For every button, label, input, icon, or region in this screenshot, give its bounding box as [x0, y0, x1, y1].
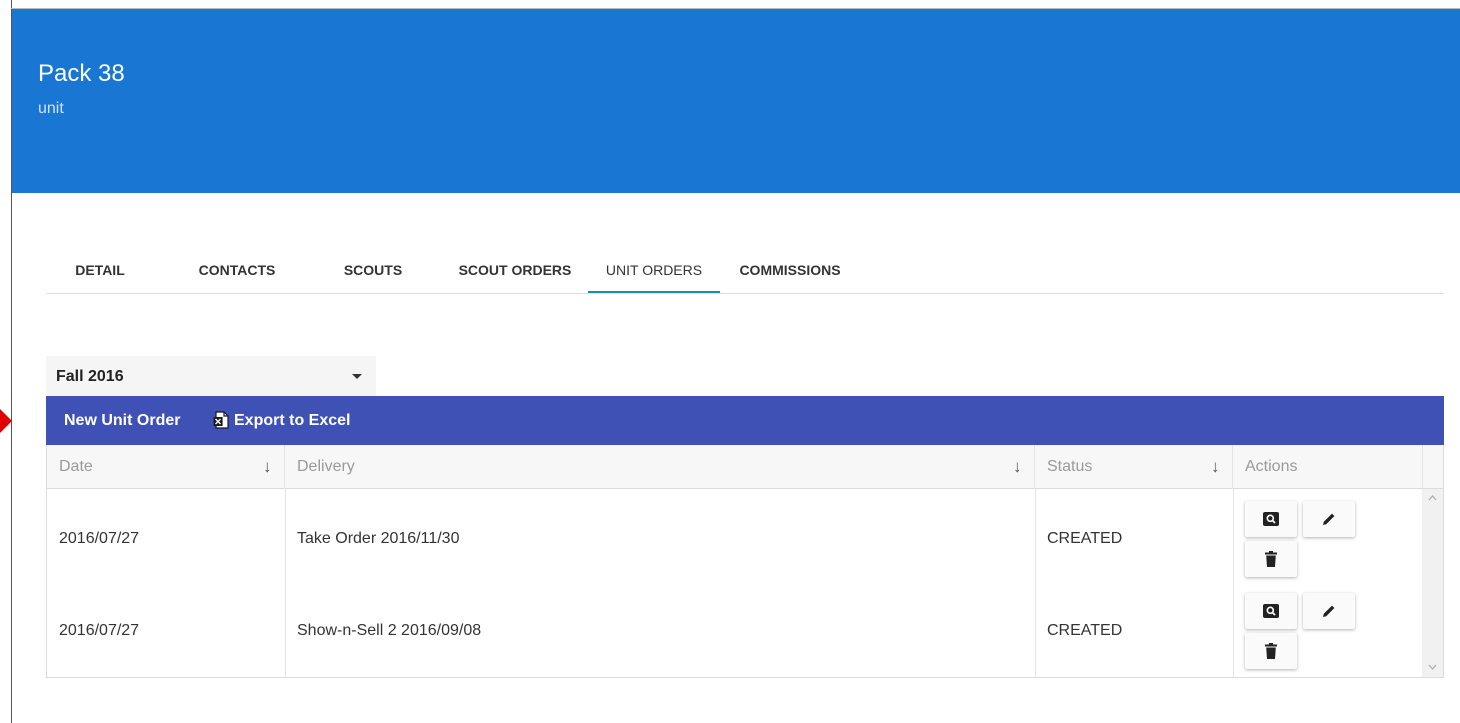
view-icon: [1263, 512, 1279, 526]
sort-arrow-icon: ↓: [263, 457, 272, 476]
tab-unit-orders[interactable]: UNIT ORDERS: [588, 258, 720, 293]
new-unit-order-button[interactable]: New Unit Order: [64, 396, 180, 445]
excel-file-icon: [213, 411, 229, 429]
column-header-status[interactable]: Status ↓: [1035, 445, 1233, 489]
delete-order-button[interactable]: [1245, 541, 1297, 577]
cell-delivery: Show-n-Sell 2 2016/09/08: [297, 622, 482, 639]
edit-icon: [1323, 605, 1335, 617]
edit-order-button[interactable]: [1303, 501, 1355, 537]
column-header-actions: Actions: [1233, 445, 1423, 489]
column-header-delivery[interactable]: Delivery ↓: [285, 445, 1035, 489]
page: Pack 38 unit DETAIL CONTACTS SCOUTS SCOU…: [0, 0, 1460, 723]
page-header: Pack 38 unit: [12, 9, 1460, 193]
column-header-date-label: Date: [59, 458, 93, 475]
view-order-button[interactable]: [1245, 593, 1297, 629]
column-header-delivery-label: Delivery: [297, 458, 355, 475]
view-icon: [1263, 604, 1279, 618]
grid-scrollbar[interactable]: [1422, 489, 1443, 677]
cell-date: 2016/07/27: [59, 622, 140, 639]
season-select[interactable]: Fall 2016: [46, 356, 376, 396]
edit-icon: [1323, 513, 1335, 525]
chevron-down-icon: [352, 374, 362, 379]
sort-arrow-icon: ↓: [1013, 457, 1022, 476]
unit-orders-grid: Date ↓ Delivery ↓ Status ↓ Actions 2016/…: [46, 445, 1444, 678]
cell-status: CREATED: [1047, 530, 1123, 547]
export-to-excel-button[interactable]: Export to Excel: [213, 396, 350, 445]
delete-icon: [1265, 643, 1277, 659]
tab-contacts[interactable]: CONTACTS: [182, 258, 292, 293]
table-row[interactable]: 2016/07/27 Show-n-Sell 2 2016/09/08 CREA…: [47, 585, 1443, 677]
column-header-status-label: Status: [1047, 458, 1093, 475]
chevron-up-icon[interactable]: [1428, 495, 1437, 501]
season-select-value: Fall 2016: [56, 368, 124, 385]
chevron-down-icon[interactable]: [1428, 664, 1437, 670]
export-to-excel-label: Export to Excel: [234, 412, 351, 429]
grid-toolbar: New Unit Order Export to Excel: [46, 396, 1444, 445]
tab-bar: DETAIL CONTACTS SCOUTS SCOUT ORDERS UNIT…: [46, 258, 1444, 294]
tab-scouts[interactable]: SCOUTS: [318, 258, 428, 293]
tab-commissions[interactable]: COMMISSIONS: [728, 258, 852, 293]
page-title: Pack 38: [38, 60, 125, 87]
view-order-button[interactable]: [1245, 501, 1297, 537]
page-subtitle: unit: [38, 100, 64, 117]
pointer-arrow-icon: [0, 409, 12, 433]
tab-detail[interactable]: DETAIL: [46, 258, 154, 293]
cell-date: 2016/07/27: [59, 530, 140, 547]
table-row[interactable]: 2016/07/27 Take Order 2016/11/30 CREATED: [47, 493, 1443, 585]
tab-scout-orders[interactable]: SCOUT ORDERS: [450, 258, 580, 293]
column-header-actions-label: Actions: [1245, 458, 1298, 475]
edit-order-button[interactable]: [1303, 593, 1355, 629]
delete-icon: [1265, 551, 1277, 567]
cell-status: CREATED: [1047, 622, 1123, 639]
sort-arrow-icon: ↓: [1211, 457, 1220, 476]
grid-header: Date ↓ Delivery ↓ Status ↓ Actions: [47, 445, 1443, 489]
column-header-date[interactable]: Date ↓: [47, 445, 285, 489]
delete-order-button[interactable]: [1245, 633, 1297, 669]
cell-delivery: Take Order 2016/11/30: [297, 530, 460, 547]
